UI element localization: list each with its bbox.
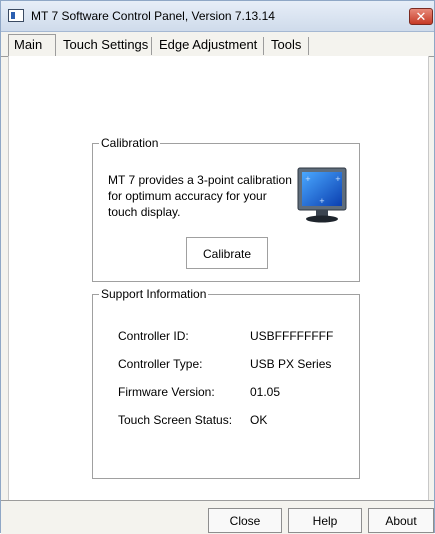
- controller-type-label: Controller Type:: [118, 357, 203, 371]
- tab-strip: Main Touch Settings Edge Adjustment Tool…: [1, 32, 434, 57]
- dialog-footer: Close Help About: [1, 500, 434, 534]
- tab-separator: [263, 37, 264, 55]
- tab-edge-adjustment[interactable]: Edge Adjustment: [155, 35, 261, 55]
- calibrate-button[interactable]: Calibrate: [186, 237, 268, 269]
- about-button[interactable]: About: [368, 508, 434, 533]
- app-icon: [8, 9, 24, 22]
- calibration-description: MT 7 provides a 3-point calibration for …: [108, 173, 292, 219]
- tab-tools[interactable]: Tools: [267, 35, 305, 55]
- controller-id-value: USBFFFFFFFF: [250, 329, 334, 343]
- title-bar[interactable]: MT 7 Software Control Panel, Version 7.1…: [1, 1, 434, 32]
- support-legend: Support Information: [99, 287, 209, 301]
- tab-touch-settings[interactable]: Touch Settings: [59, 35, 152, 55]
- calibration-group: Calibration MT 7 provides a 3-point cali…: [92, 136, 360, 282]
- tab-separator: [151, 37, 152, 55]
- help-button[interactable]: Help: [288, 508, 362, 533]
- close-button[interactable]: Close: [208, 508, 282, 533]
- controller-type-value: USB PX Series: [250, 357, 332, 371]
- svg-text:+: +: [335, 175, 341, 183]
- calibration-legend: Calibration: [99, 136, 161, 150]
- firmware-version-value: 01.05: [250, 385, 281, 399]
- firmware-version-label: Firmware Version:: [118, 385, 215, 399]
- touch-screen-status-value: OK: [250, 413, 268, 427]
- window-title: MT 7 Software Control Panel, Version 7.1…: [31, 9, 275, 23]
- window-close-button[interactable]: ✕: [409, 8, 433, 25]
- main-tab-page: Calibration MT 7 provides a 3-point cali…: [8, 56, 429, 500]
- controller-id-label: Controller ID:: [118, 329, 189, 343]
- touch-screen-status-label: Touch Screen Status:: [118, 413, 233, 427]
- svg-text:+: +: [305, 175, 311, 183]
- support-information-group: Support Information Controller ID: USBFF…: [92, 287, 360, 479]
- control-panel-window: MT 7 Software Control Panel, Version 7.1…: [0, 0, 435, 534]
- svg-text:+: +: [319, 197, 325, 205]
- tab-main[interactable]: Main: [8, 34, 56, 57]
- monitor-icon: + + +: [297, 167, 347, 223]
- tab-separator: [308, 37, 309, 55]
